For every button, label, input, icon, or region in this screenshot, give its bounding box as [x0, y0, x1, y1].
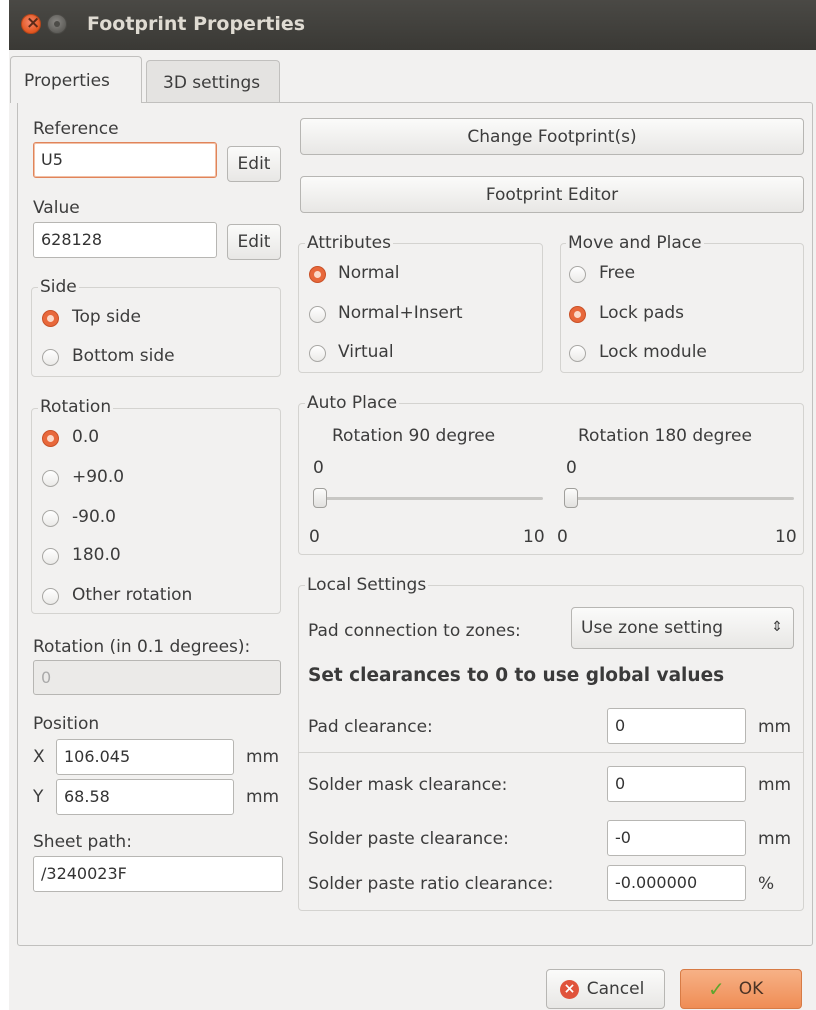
rot180-max: 10: [775, 527, 797, 547]
pos-x-label: X: [33, 747, 45, 767]
minimize-icon[interactable]: [47, 14, 67, 34]
value-edit-button[interactable]: Edit: [227, 224, 281, 260]
pos-x-input[interactable]: 106.045: [56, 739, 234, 775]
rotation-180-label: 180.0: [72, 545, 121, 565]
sheet-path-input[interactable]: /3240023F: [33, 856, 283, 892]
pad-clearance-input[interactable]: 0: [607, 708, 746, 744]
attr-normal-label: Normal: [338, 263, 400, 283]
tab-properties-label: Properties: [24, 71, 110, 91]
tab-properties[interactable]: Properties: [10, 56, 142, 103]
move-lock-pads-label: Lock pads: [599, 303, 685, 323]
rot180-label: Rotation 180 degree: [578, 426, 752, 446]
solder-paste-ratio-unit: %: [758, 874, 775, 894]
value-input[interactable]: 628128: [33, 222, 217, 258]
attr-normal-radio[interactable]: [309, 266, 326, 283]
top-side-radio[interactable]: [42, 310, 59, 327]
pad-connection-value: Use zone setting: [581, 618, 724, 638]
bottom-side-label: Bottom side: [72, 346, 175, 366]
tab-3d-settings-label: 3D settings: [163, 73, 261, 93]
pad-clearance-label: Pad clearance:: [308, 717, 433, 737]
rotation-minus90-label: -90.0: [72, 507, 116, 527]
rotation-plus90-label: +90.0: [72, 467, 125, 487]
rot180-value: 0: [566, 458, 577, 478]
tab-3d-settings[interactable]: 3D settings: [146, 60, 280, 102]
rotation-group: [31, 408, 281, 614]
ok-label: OK: [738, 979, 764, 999]
window-title: Footprint Properties: [87, 13, 306, 35]
solder-paste-label: Solder paste clearance:: [308, 829, 509, 849]
pos-y-input[interactable]: 68.58: [56, 779, 234, 815]
rotation-custom-input[interactable]: 0: [33, 660, 281, 695]
move-free-label: Free: [599, 263, 636, 283]
rotation-custom-label: Rotation (in 0.1 degrees):: [33, 637, 251, 657]
reference-input[interactable]: U5: [33, 142, 217, 178]
move-lock-pads-radio[interactable]: [569, 306, 586, 323]
close-icon[interactable]: [21, 13, 41, 34]
cancel-button[interactable]: × Cancel: [546, 969, 665, 1009]
pos-y-label: Y: [33, 787, 44, 807]
attr-virtual-label: Virtual: [338, 342, 394, 362]
rotation-minus90-radio[interactable]: [42, 510, 59, 527]
separator: [299, 752, 803, 753]
rot90-slider-track[interactable]: [313, 497, 543, 500]
spin-arrows-icon: ⇕: [771, 619, 783, 635]
solder-paste-ratio-label: Solder paste ratio clearance:: [308, 874, 554, 894]
value-label: Value: [33, 198, 80, 218]
cancel-icon: ×: [560, 980, 579, 999]
top-side-label: Top side: [72, 307, 141, 327]
local-settings-group-title: Local Settings: [305, 575, 429, 595]
cancel-label: Cancel: [586, 979, 645, 999]
rotation-other-label: Other rotation: [72, 585, 193, 605]
reference-edit-button[interactable]: Edit: [227, 146, 281, 182]
rot180-slider-track[interactable]: [564, 497, 794, 500]
solder-mask-input[interactable]: 0: [607, 766, 746, 802]
rotation-other-radio[interactable]: [42, 588, 59, 605]
pad-connection-select[interactable]: Use zone setting ⇕: [571, 607, 794, 649]
attr-normal-insert-radio[interactable]: [309, 306, 326, 323]
attributes-group-title: Attributes: [305, 233, 393, 253]
auto-place-group-title: Auto Place: [305, 393, 400, 413]
rotation-180-radio[interactable]: [42, 548, 59, 565]
side-group-title: Side: [38, 277, 79, 297]
footprint-editor-button[interactable]: Footprint Editor: [300, 176, 804, 213]
ok-button[interactable]: ✓ OK: [680, 969, 802, 1009]
rotation-plus90-radio[interactable]: [42, 470, 59, 487]
solder-paste-unit: mm: [758, 829, 792, 849]
solder-paste-ratio-input[interactable]: -0.000000: [607, 865, 746, 901]
rot180-slider-thumb[interactable]: [564, 488, 578, 508]
pad-clearance-unit: mm: [758, 717, 792, 737]
rotation-group-title: Rotation: [38, 397, 114, 417]
attr-virtual-radio[interactable]: [309, 345, 326, 362]
rotation-0-label: 0.0: [72, 427, 100, 447]
title-bar: Footprint Properties: [9, 0, 816, 50]
rot90-label: Rotation 90 degree: [332, 426, 496, 446]
clearance-heading: Set clearances to 0 to use global values: [308, 665, 725, 686]
move-place-group-title: Move and Place: [566, 233, 704, 253]
solder-paste-input[interactable]: -0: [607, 820, 746, 856]
reference-label: Reference: [33, 119, 119, 139]
rot90-max: 10: [523, 527, 545, 547]
pos-y-unit: mm: [246, 787, 280, 807]
position-label: Position: [33, 714, 100, 734]
move-lock-module-radio[interactable]: [569, 345, 586, 362]
move-lock-module-label: Lock module: [599, 342, 707, 362]
solder-mask-unit: mm: [758, 775, 792, 795]
move-free-radio[interactable]: [569, 266, 586, 283]
bottom-side-radio[interactable]: [42, 349, 59, 366]
rot180-min: 0: [557, 527, 568, 547]
rot90-min: 0: [309, 527, 320, 547]
checkmark-icon: ✓: [708, 977, 725, 1001]
attr-normal-insert-label: Normal+Insert: [338, 303, 463, 323]
pos-x-unit: mm: [246, 747, 280, 767]
rot90-value: 0: [313, 458, 324, 478]
solder-mask-label: Solder mask clearance:: [308, 775, 508, 795]
rot90-slider-thumb[interactable]: [313, 488, 327, 508]
change-footprint-button[interactable]: Change Footprint(s): [300, 118, 804, 155]
sheet-path-label: Sheet path:: [33, 832, 132, 852]
rotation-0-radio[interactable]: [42, 430, 59, 447]
pad-connection-label: Pad connection to zones:: [308, 621, 521, 641]
